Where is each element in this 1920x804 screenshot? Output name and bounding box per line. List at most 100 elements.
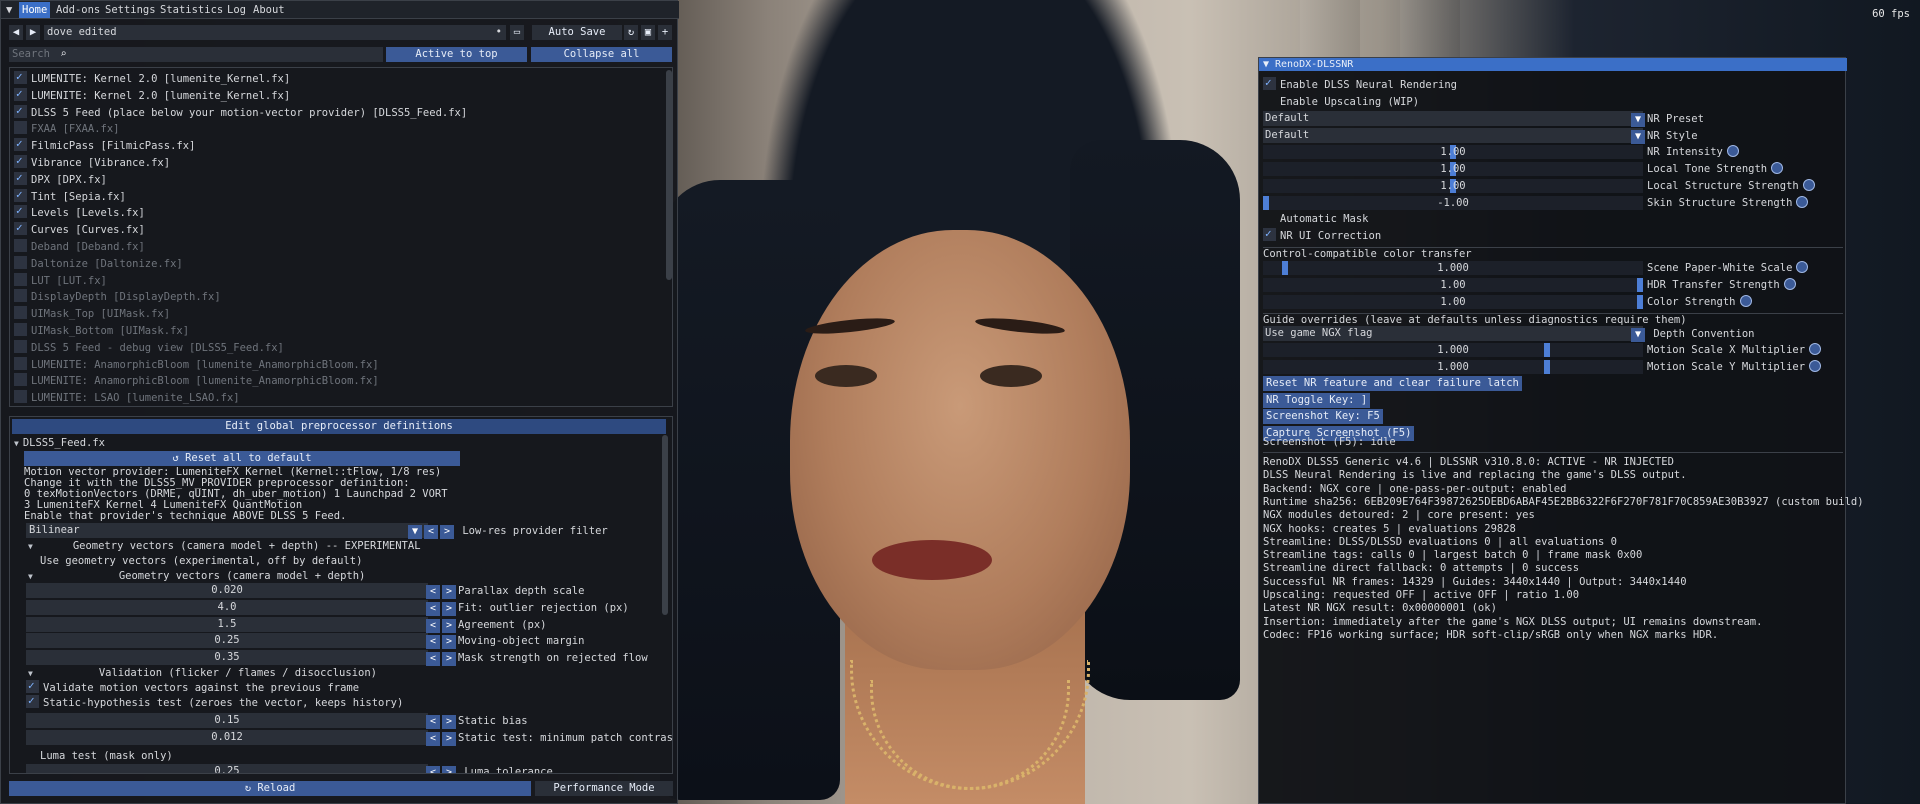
increment-button[interactable]: > <box>442 618 456 633</box>
reset-icon[interactable] <box>1802 179 1815 191</box>
slider-track[interactable]: 1.00 <box>1263 179 1643 193</box>
effect-item[interactable]: Vibrance [Vibrance.fx] <box>14 153 170 171</box>
auto-mask-checkbox[interactable]: Automatic Mask <box>1280 211 1369 227</box>
luma-tolerance-value[interactable]: 0.25 <box>26 764 428 773</box>
effect-item[interactable]: LUT [LUT.fx] <box>14 272 107 289</box>
renodx-action-button[interactable]: Reset NR feature and clear failure latch <box>1263 376 1522 391</box>
chevron-down-icon[interactable]: ▼ <box>1631 328 1645 342</box>
effect-item[interactable]: LUMENITE: AnamorphicBloom [lumenite_Anam… <box>14 373 379 389</box>
active-to-top-button[interactable]: Active to top <box>386 47 527 62</box>
enable-upscaling-checkbox[interactable]: Enable Upscaling (WIP) <box>1280 94 1419 110</box>
depth-convention-combo[interactable]: Use game NGX flag <box>1263 326 1643 341</box>
preprocessor-scrollbar[interactable] <box>662 435 668 615</box>
effect-item[interactable]: UIMask_Top [UIMask.fx] <box>14 306 170 322</box>
effect-item[interactable]: Levels [Levels.fx] <box>14 203 145 221</box>
increment-button[interactable]: > <box>442 766 456 773</box>
slider-track[interactable]: 1.000 <box>1263 261 1643 275</box>
chevron-down-icon[interactable]: ▼ <box>1631 113 1645 127</box>
effect-item[interactable]: Deband [Deband.fx] <box>14 239 145 255</box>
param-value[interactable]: 1.5 <box>26 616 428 632</box>
param-value[interactable]: 0.020 <box>26 583 428 598</box>
increment-button[interactable]: > <box>442 652 456 667</box>
param-value[interactable]: 4.0 <box>26 599 428 615</box>
reset-icon[interactable] <box>1726 145 1739 157</box>
section-header[interactable]: ▼ DLSS5_Feed.fx <box>14 435 105 451</box>
enable-nr-checkbox[interactable]: Enable DLSS Neural Rendering <box>1263 75 1457 93</box>
chevron-down-icon[interactable]: ▼ <box>1631 130 1645 144</box>
static-hyp-checkbox[interactable]: Static-hypothesis test (zeroes the vecto… <box>26 693 403 711</box>
nr-ui-checkbox[interactable]: NR UI Correction <box>1263 226 1381 244</box>
decrement-button[interactable]: < <box>426 766 440 773</box>
folder-icon[interactable]: ▭ <box>510 25 524 40</box>
combo-field[interactable]: Default <box>1263 111 1643 126</box>
geo-exp-header[interactable]: ▼ Geometry vectors (camera model + depth)… <box>28 538 421 554</box>
add-preset-icon[interactable]: + <box>658 25 672 40</box>
increment-button[interactable]: > <box>440 525 454 539</box>
renodx-titlebar[interactable]: ▼ RenoDX-DLSSNR <box>1259 58 1847 71</box>
increment-button[interactable]: > <box>442 601 456 616</box>
decrement-button[interactable]: < <box>426 635 440 650</box>
effect-item[interactable]: Daltonize [Daltonize.fx] <box>14 255 183 272</box>
collapse-window-icon[interactable]: ▼ <box>3 2 15 18</box>
menu-addons[interactable]: Add-ons <box>53 2 103 18</box>
effect-item[interactable]: FXAA [FXAA.fx] <box>14 121 120 137</box>
preset-field[interactable]: dove edited • <box>44 25 506 40</box>
effect-item[interactable]: DLSS 5 Feed - debug view [DLSS5_Feed.fx] <box>14 339 284 356</box>
reset-icon[interactable] <box>1739 295 1752 307</box>
effect-item[interactable]: Curves [Curves.fx] <box>14 220 145 238</box>
reset-icon[interactable] <box>1809 343 1822 355</box>
increment-button[interactable]: > <box>442 731 456 746</box>
slider-track[interactable]: 1.00 <box>1263 145 1643 159</box>
decrement-button[interactable]: < <box>426 601 440 616</box>
effect-item[interactable]: DisplayDepth [DisplayDepth.fx] <box>14 289 221 305</box>
slider-track[interactable]: 1.00 <box>1263 295 1643 309</box>
param-value[interactable]: 0.012 <box>26 729 428 745</box>
edit-global-preprocessor-button[interactable]: Edit global preprocessor definitions <box>12 419 666 434</box>
menu-home[interactable]: Home <box>19 2 51 18</box>
param-value[interactable]: 0.15 <box>26 713 428 728</box>
collapse-icon[interactable]: ▼ <box>1263 58 1269 71</box>
menu-settings[interactable]: Settings <box>102 2 159 18</box>
effect-item[interactable]: LUMENITE: Kernel 2.0 [lumenite_Kernel.fx… <box>14 86 290 104</box>
renodx-action-button[interactable]: Screenshot Key: F5 <box>1263 409 1383 424</box>
param-value[interactable]: 0.35 <box>26 650 428 666</box>
effect-item[interactable]: DLSS 5 Feed (place below your motion-vec… <box>14 103 467 121</box>
save-preset-icon[interactable]: ▣ <box>641 25 655 40</box>
increment-button[interactable]: > <box>442 585 456 599</box>
combo-field[interactable]: Default <box>1263 128 1643 143</box>
reload-button[interactable]: ↻ Reload <box>9 781 531 796</box>
reset-icon[interactable] <box>1783 278 1796 290</box>
luma-test-checkbox[interactable]: Luma test (mask only) <box>40 748 173 764</box>
geo-header[interactable]: ▼ Geometry vectors (camera model + depth) <box>28 568 365 584</box>
effect-item[interactable]: LUMENITE: Kernel 2.0 [lumenite_Kernel.fx… <box>14 69 290 87</box>
increment-button[interactable]: > <box>442 635 456 650</box>
reset-icon[interactable] <box>1809 360 1822 372</box>
reset-icon[interactable] <box>1771 162 1784 174</box>
decrement-button[interactable]: < <box>426 715 440 729</box>
collapse-all-button[interactable]: Collapse all <box>531 47 672 62</box>
effect-list-scrollbar[interactable] <box>666 70 672 280</box>
effect-item[interactable]: FilmicPass [FilmicPass.fx] <box>14 136 195 154</box>
effect-item[interactable]: LUMENITE: AnamorphicBloom [lumenite_Anam… <box>14 356 379 373</box>
lowres-filter-combo[interactable]: Bilinear <box>26 523 428 538</box>
decrement-button[interactable]: < <box>426 585 440 599</box>
increment-button[interactable]: > <box>442 715 456 729</box>
slider-track[interactable]: 1.000 <box>1263 360 1643 374</box>
decrement-button[interactable]: < <box>426 731 440 746</box>
search-input[interactable]: Search ⌕ <box>9 47 383 62</box>
slider-track[interactable]: -1.00 <box>1263 196 1643 210</box>
validation-header[interactable]: ▼ Validation (flicker / flames / disocclu… <box>28 665 377 681</box>
effect-item[interactable]: LUMENITE: LSAO [lumenite_LSAO.fx] <box>14 390 240 406</box>
decrement-button[interactable]: < <box>424 525 438 539</box>
prev-preset-button[interactable]: ◀ <box>9 25 23 40</box>
performance-mode-button[interactable]: Performance Mode <box>535 781 673 796</box>
param-value[interactable]: 0.25 <box>26 633 428 649</box>
reload-preset-icon[interactable]: ↻ <box>624 25 638 40</box>
validate-mv-checkbox[interactable]: Validate motion vectors against the prev… <box>26 678 359 696</box>
use-geo-checkbox[interactable]: Use geometry vectors (experimental, off … <box>40 553 362 569</box>
slider-track[interactable]: 1.000 <box>1263 343 1643 357</box>
menu-statistics[interactable]: Statistics <box>157 2 226 18</box>
decrement-button[interactable]: < <box>426 618 440 633</box>
auto-save-button[interactable]: Auto Save <box>532 25 622 40</box>
chevron-down-icon[interactable]: ▼ <box>408 525 422 539</box>
